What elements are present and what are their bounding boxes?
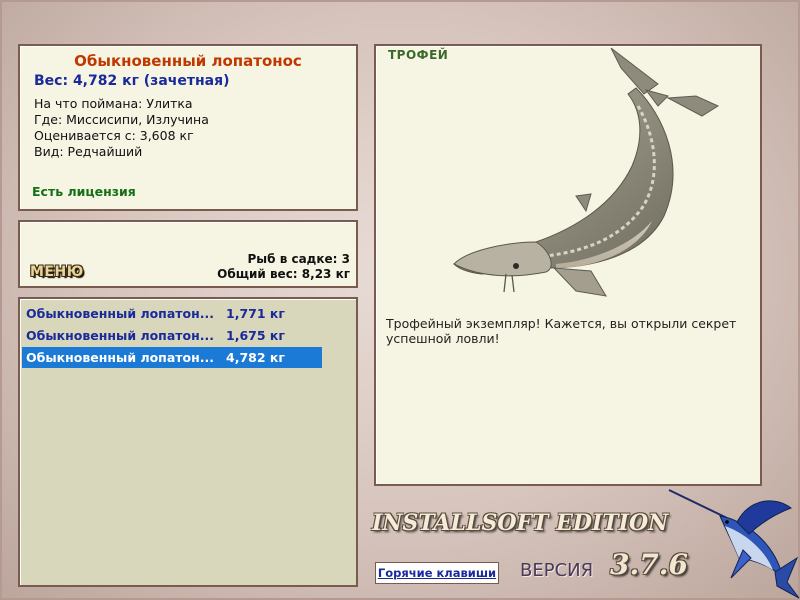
- list-item-name: Обыкновенный лопатон...: [26, 328, 214, 343]
- list-item-selected[interactable]: Обыкновенный лопатон... 4,782 кг: [22, 347, 322, 368]
- catch-list[interactable]: Обыкновенный лопатон... 1,771 кг Обыкнов…: [18, 297, 358, 587]
- trophy-description: Трофейный экземпляр! Кажется, вы открыли…: [386, 316, 737, 346]
- menu-panel: МЕНЮ Рыб в садке: 3 Общий вес: 8,23 кг: [18, 220, 358, 288]
- list-item-weight: 1,675 кг: [226, 328, 285, 343]
- rarity-line: Вид: Редчайший: [34, 144, 143, 159]
- edition-title: INSTALLSOFT EDITION: [372, 510, 669, 536]
- list-item-weight: 1,771 кг: [226, 306, 285, 321]
- min-weight-line: Оценивается с: 3,608 кг: [34, 128, 194, 143]
- hotkeys-button[interactable]: Горячие клавиши: [375, 562, 499, 584]
- version-label: ВЕРСИЯ: [520, 560, 594, 581]
- list-item[interactable]: Обыкновенный лопатон... 1,771 кг: [22, 303, 322, 324]
- fish-info-panel: Обыкновенный лопатонос Вес: 4,782 кг (за…: [18, 44, 358, 211]
- paddlefish-image: [452, 47, 720, 297]
- location-line: Где: Миссисипи, Излучина: [34, 112, 209, 127]
- menu-button[interactable]: МЕНЮ: [30, 264, 84, 280]
- fish-weight: Вес: 4,782 кг (зачетная): [34, 73, 230, 89]
- marlin-logo: [668, 489, 800, 599]
- total-weight: Общий вес: 8,23 кг: [217, 267, 350, 281]
- list-item-name: Обыкновенный лопатон...: [26, 350, 214, 365]
- license-status: Есть лицензия: [32, 184, 136, 199]
- fish-count: Рыб в садке: 3: [247, 252, 351, 266]
- list-item-name: Обыкновенный лопатон...: [26, 306, 214, 321]
- bait-line: На что поймана: Улитка: [34, 96, 193, 111]
- list-item[interactable]: Обыкновенный лопатон... 1,675 кг: [22, 325, 322, 346]
- trophy-panel: ТРОФЕЙ Трофейный экземпляр! Кажется, вы …: [374, 44, 762, 486]
- list-item-weight: 4,782 кг: [226, 350, 285, 365]
- fish-title: Обыкновенный лопатонос: [74, 52, 302, 70]
